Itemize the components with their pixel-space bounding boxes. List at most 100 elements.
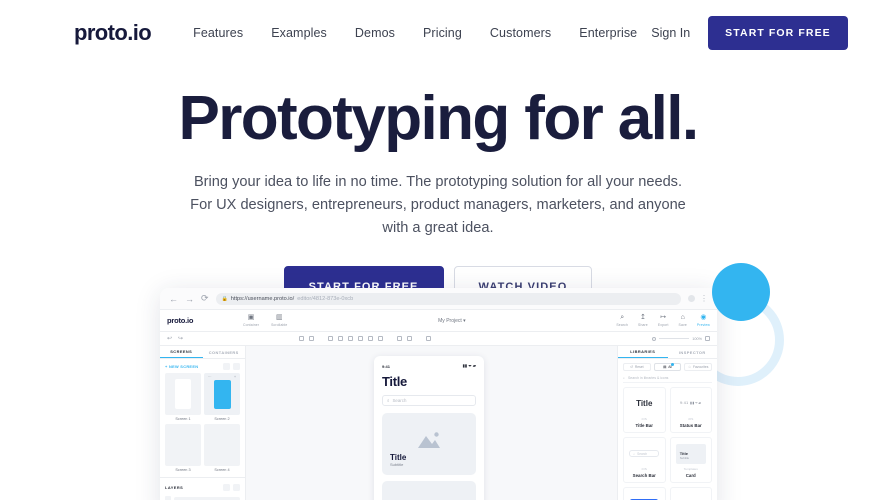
tool-share[interactable]: ↥ Share <box>638 314 648 327</box>
arrow-left-icon[interactable]: ← <box>169 294 178 304</box>
url-bar[interactable]: 🔒 https://username.proto.io/editor/4812-… <box>215 292 681 305</box>
align-center-icon[interactable] <box>338 336 344 341</box>
browser-profile-avatar[interactable] <box>688 295 695 302</box>
nav-item-examples[interactable]: Examples <box>257 20 341 46</box>
library-card-card[interactable]: Title Subtitle Templates Card <box>669 437 712 483</box>
nav-item-enterprise[interactable]: Enterprise <box>565 20 651 46</box>
tool-search-label: Search <box>616 323 629 327</box>
layer-group <box>426 336 432 341</box>
tool-export[interactable]: ↦ Export <box>658 314 669 327</box>
filter-favourites[interactable]: ☆ Favourites <box>684 363 713 371</box>
align-right-icon[interactable] <box>348 336 354 341</box>
tool-scrollable-label: Scrollable <box>271 323 288 327</box>
library-search-input[interactable]: ⌕ Search in libraries & icons <box>623 374 712 383</box>
screen-label: Screen 3 <box>175 468 191 472</box>
list-view-icon[interactable] <box>233 363 240 370</box>
phone-search-field[interactable]: ⌕ Search <box>382 395 476 406</box>
reload-icon[interactable]: ⟳ <box>201 293 209 304</box>
reset-icon: ↺ <box>630 365 633 369</box>
editor-logo[interactable]: proto.io <box>167 316 243 325</box>
align-bottom-icon[interactable] <box>378 336 384 341</box>
brand-logo[interactable]: proto.io <box>74 22 152 44</box>
distribute-horizontal-icon[interactable] <box>397 336 403 341</box>
tool-preview[interactable]: ◉ Preview <box>697 314 710 327</box>
phone-content-card-secondary[interactable] <box>382 481 476 500</box>
tool-container[interactable]: ▣ Container <box>243 314 259 327</box>
screen-label: Screen 1 <box>175 417 191 421</box>
tab-inspector[interactable]: INSPECTOR <box>668 346 718 358</box>
editor-canvas[interactable]: 9:41 ▮▮ ᯤ ▰ Title ⌕ Search Title Subtitl… <box>246 346 617 500</box>
phone-preview: 9:41 ▮▮ ᯤ ▰ Title ⌕ Search Title Subtitl… <box>374 356 484 500</box>
layers-more-icon[interactable] <box>233 484 240 491</box>
search-icon: ⌕ <box>620 314 625 321</box>
bring-forward-icon[interactable] <box>426 336 432 341</box>
preview-card-subtitle: Subtitle <box>679 455 690 460</box>
save-cloud-icon: ⌂ <box>680 314 685 321</box>
distribute-icon[interactable] <box>309 336 315 341</box>
grid-view-icon[interactable] <box>223 363 230 370</box>
site-header: proto.io Features Examples Demos Pricing… <box>0 0 876 66</box>
layers-add-icon[interactable] <box>223 484 230 491</box>
tool-scrollable[interactable]: ▥ Scrollable <box>271 314 287 327</box>
align-left-icon[interactable] <box>328 336 334 341</box>
library-card-button[interactable]: iOS Button <box>623 487 666 500</box>
screen-thumb-1[interactable]: Screen 1 <box>165 373 201 421</box>
screen-thumb-4[interactable]: Screen 4 <box>204 424 240 472</box>
align-top-icon[interactable] <box>358 336 364 341</box>
library-card-title-bar[interactable]: Title iOS Title Bar <box>623 387 666 433</box>
library-icon: ▤ <box>663 365 667 369</box>
tool-share-label: Share <box>638 323 648 327</box>
library-card-search-bar[interactable]: ⌕ Search iOS Search Bar <box>623 437 666 483</box>
fit-to-screen-icon[interactable] <box>705 336 710 341</box>
tool-search[interactable]: ⌕ Search <box>616 314 628 327</box>
project-name-dropdown[interactable]: My Project ▾ <box>287 318 616 324</box>
tool-save[interactable]: ⌂ Save <box>679 314 687 327</box>
phone-status-bar: 9:41 ▮▮ ᯤ ▰ <box>382 363 476 369</box>
editor-toolbar: proto.io ▣ Container ▥ Scrollable My Pro… <box>160 310 717 332</box>
component-preview <box>671 493 712 500</box>
nav-item-features[interactable]: Features <box>179 20 257 46</box>
arrow-right-icon[interactable]: → <box>185 294 194 304</box>
tab-libraries[interactable]: LIBRARIES <box>618 346 668 358</box>
filter-reset[interactable]: ↺ Reset <box>623 363 651 371</box>
new-screen-button[interactable]: + NEW SCREEN <box>165 364 198 369</box>
align-horizontal-group <box>328 336 384 341</box>
browser-chrome-bar: ← → ⟳ 🔒 https://username.proto.io/editor… <box>160 288 717 310</box>
align-selection-icon[interactable] <box>299 336 305 341</box>
url-host: https://username.proto.io/ <box>230 295 295 302</box>
tool-container-label: Container <box>243 323 260 327</box>
tool-save-label: Save <box>678 323 687 327</box>
header-actions: Sign In START FOR FREE <box>651 16 848 50</box>
nav-item-demos[interactable]: Demos <box>341 20 409 46</box>
tool-export-label: Export <box>657 323 669 327</box>
header-start-for-free-button[interactable]: START FOR FREE <box>708 16 848 50</box>
redo-icon[interactable]: ↪ <box>178 335 183 342</box>
phone-search-placeholder: Search <box>392 398 407 403</box>
distribute-vertical-icon[interactable] <box>407 336 413 341</box>
phone-content-card[interactable]: Title Subtitle <box>382 413 476 475</box>
preview-search-field: ⌕ Search <box>629 450 660 457</box>
url-path: editor/4812-873e-0xcb <box>297 295 354 302</box>
filter-all[interactable]: ▤ All <box>653 363 682 371</box>
library-card-status-bar[interactable]: 9:41 ▮▮ᯤ▰ iOS Status Bar <box>669 387 712 433</box>
layer-item[interactable] <box>160 494 245 500</box>
library-card-input[interactable]: iOS Input <box>669 487 712 500</box>
decorative-circle <box>712 263 770 321</box>
new-screen-row: + NEW SCREEN <box>160 359 245 373</box>
tab-containers[interactable]: CONTAINERS <box>203 346 246 358</box>
screen-thumb-3[interactable]: Screen 3 <box>165 424 201 472</box>
screen-thumb-2[interactable]: ⋯ + Screen 2 <box>204 373 240 421</box>
align-middle-icon[interactable] <box>368 336 374 341</box>
distribute-group <box>397 336 413 341</box>
phone-status-icons: ▮▮ ᯤ ▰ <box>462 363 476 368</box>
sign-in-link[interactable]: Sign In <box>651 26 690 40</box>
undo-icon[interactable]: ↩ <box>167 335 172 342</box>
zoom-slider[interactable]: 100% <box>652 336 710 341</box>
lock-icon: 🔒 <box>221 295 228 302</box>
tab-screens[interactable]: SCREENS <box>160 346 203 358</box>
nav-item-customers[interactable]: Customers <box>476 20 565 46</box>
nav-item-pricing[interactable]: Pricing <box>409 20 476 46</box>
zoom-slider-knob[interactable] <box>652 336 657 341</box>
kebab-menu-icon[interactable]: ⋮ <box>700 294 708 302</box>
editor-right-tools: ⌕ Search ↥ Share ↦ Export ⌂ Save ◉ Previ… <box>616 314 710 327</box>
